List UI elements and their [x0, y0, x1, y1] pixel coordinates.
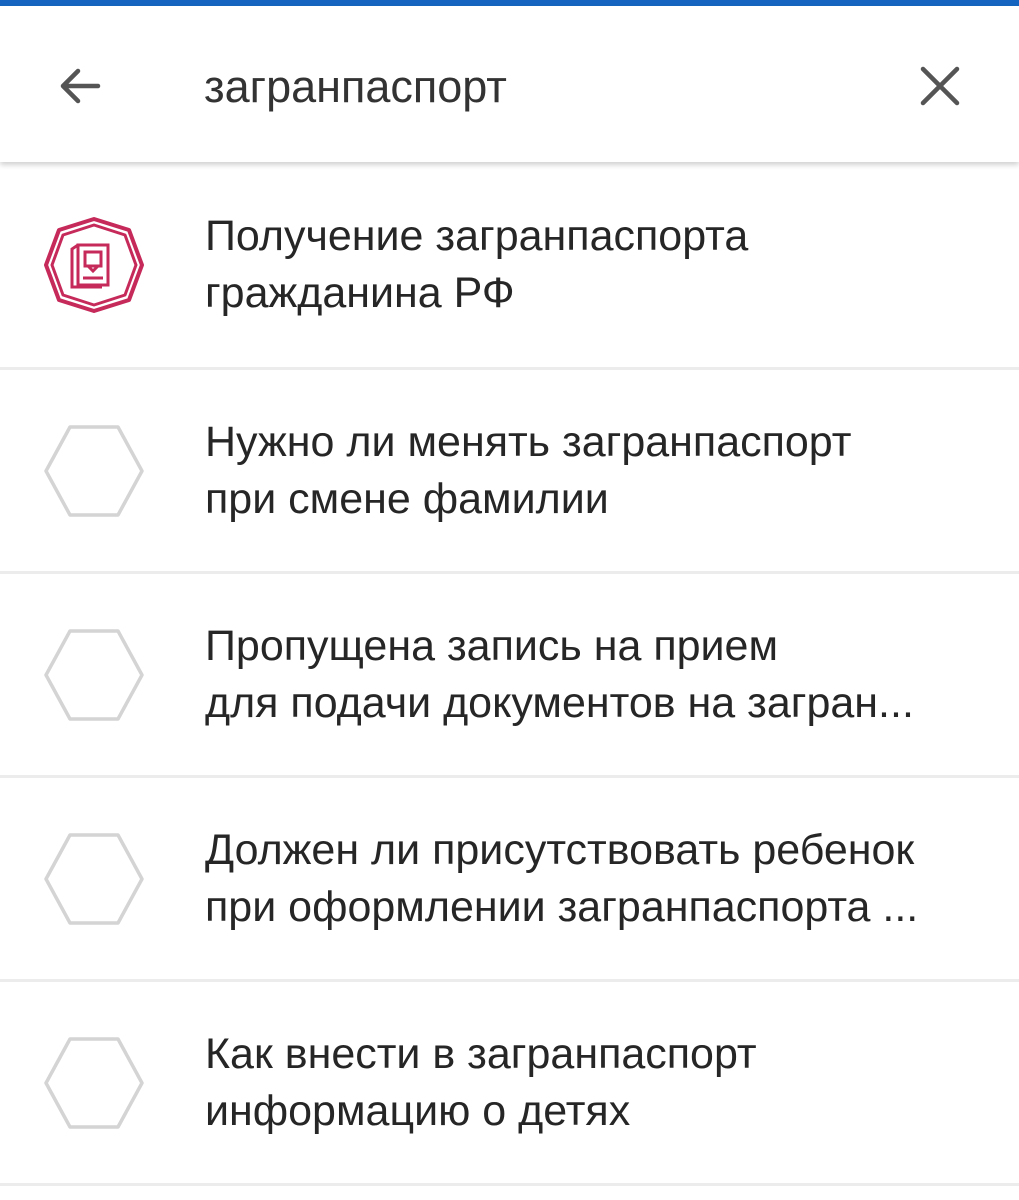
- hexagon-outline-icon: [44, 424, 144, 517]
- list-item-title: Пропущена запись на прием для подачи док…: [205, 621, 914, 727]
- hexagon-outline-icon: [44, 628, 144, 721]
- hexagon-outline-icon: [44, 832, 144, 925]
- list-item[interactable]: Нужно ли менять загранпаспорт при смене …: [0, 370, 1019, 574]
- search-results-list: Получение загранпаспорта гражданина РФ Н…: [0, 162, 1019, 1186]
- arrow-left-icon: [60, 68, 101, 104]
- passport-icon: [44, 216, 144, 313]
- close-icon: [920, 66, 960, 106]
- list-item[interactable]: Как внести в загранпаспорт информацию о …: [0, 982, 1019, 1186]
- list-item-title: Должен ли присутствовать ребенок при офо…: [205, 825, 919, 931]
- list-item[interactable]: Получение загранпаспорта гражданина РФ: [0, 162, 1019, 370]
- list-item-title: Как внести в загранпаспорт информацию о …: [205, 1029, 757, 1135]
- clear-search-button[interactable]: [900, 46, 980, 126]
- search-bar: [0, 6, 1019, 162]
- search-input[interactable]: [204, 52, 864, 122]
- list-item-title: Нужно ли менять загранпаспорт при смене …: [205, 417, 852, 523]
- back-button[interactable]: [40, 46, 120, 126]
- hexagon-outline-icon: [44, 1036, 144, 1129]
- list-item[interactable]: Должен ли присутствовать ребенок при офо…: [0, 778, 1019, 982]
- list-item-title: Получение загранпаспорта гражданина РФ: [205, 211, 749, 317]
- list-item[interactable]: Пропущена запись на прием для подачи док…: [0, 574, 1019, 778]
